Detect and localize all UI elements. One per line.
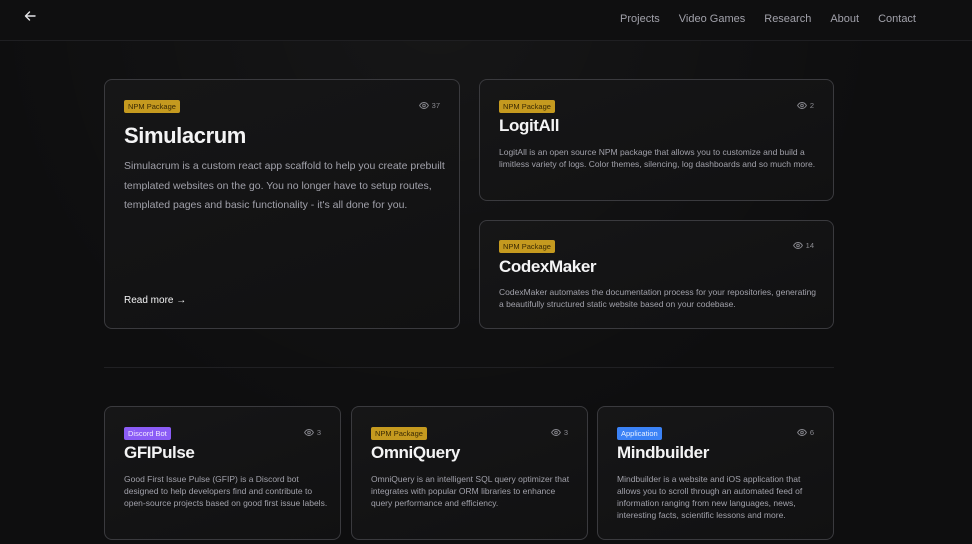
nav-link-about[interactable]: About (830, 12, 859, 26)
project-title: LogitAll (499, 116, 560, 135)
category-badge: NPM Package (499, 100, 555, 113)
nav-link-research[interactable]: Research (764, 12, 811, 26)
eye-icon (796, 429, 807, 436)
category-badge: NPM Package (499, 240, 555, 253)
project-card-gfipulse[interactable]: Discord Bot 3 GFIPulse Good First Issue … (104, 406, 341, 540)
eye-icon (796, 102, 807, 109)
project-card-mindbuilder[interactable]: Application 6 Mindbuilder Mindbuilder is… (597, 406, 834, 540)
arrow-left-icon (23, 9, 37, 28)
view-count-value: 14 (805, 241, 814, 250)
read-more-link[interactable]: Read more → (124, 295, 186, 306)
project-title: Mindbuilder (617, 443, 709, 462)
project-description: Simulacrum is a custom react app scaffol… (124, 160, 445, 211)
project-description: Mindbuilder is a website and iOS applica… (617, 474, 803, 520)
view-count-value: 37 (431, 101, 440, 110)
view-count-value: 3 (563, 428, 568, 437)
project-description: CodexMaker automates the documentation p… (499, 287, 817, 309)
project-description: Good First Issue Pulse (GFIP) is a Disco… (124, 474, 328, 508)
eye-icon (792, 242, 803, 249)
nav-link-video-games[interactable]: Video Games (679, 12, 745, 26)
category-badge: NPM Package (371, 427, 427, 440)
project-title: CodexMaker (499, 257, 597, 276)
category-badge: Application (617, 427, 662, 440)
eye-icon (418, 102, 429, 109)
category-badge: Discord Bot (124, 427, 171, 440)
section-divider (104, 367, 834, 368)
back-button[interactable] (20, 8, 40, 28)
view-count: 2 (796, 101, 814, 110)
project-title: Simulacrum (124, 123, 246, 148)
eye-icon (303, 429, 314, 436)
nav-link-projects[interactable]: Projects (620, 12, 660, 26)
project-title: GFIPulse (124, 443, 195, 462)
featured-project-card[interactable]: NPM Package 37 Simulacrum Simulacrum is … (104, 79, 460, 329)
view-count-value: 6 (809, 428, 814, 437)
project-title: OmniQuery (371, 443, 460, 462)
category-badge: NPM Package (124, 100, 180, 113)
view-count: 3 (550, 428, 568, 437)
nav-links: Projects Video Games Research About Cont… (620, 12, 916, 26)
project-description: OmniQuery is an intelligent SQL query op… (371, 474, 570, 508)
project-description: LogitAll is an open source NPM package t… (499, 147, 816, 169)
project-card-omniquery[interactable]: NPM Package 3 OmniQuery OmniQuery is an … (351, 406, 588, 540)
project-card-logitall[interactable]: NPM Package 2 LogitAll LogitAll is an op… (479, 79, 834, 201)
top-navbar: Projects Video Games Research About Cont… (0, 0, 972, 41)
view-count-value: 3 (316, 428, 321, 437)
eye-icon (550, 429, 561, 436)
project-card-codexmaker[interactable]: NPM Package 14 CodexMaker CodexMaker aut… (479, 220, 834, 329)
nav-link-contact[interactable]: Contact (878, 12, 916, 26)
view-count: 6 (796, 428, 814, 437)
view-count: 37 (418, 101, 440, 110)
view-count-value: 2 (809, 101, 814, 110)
view-count: 14 (792, 241, 814, 250)
view-count: 3 (303, 428, 321, 437)
